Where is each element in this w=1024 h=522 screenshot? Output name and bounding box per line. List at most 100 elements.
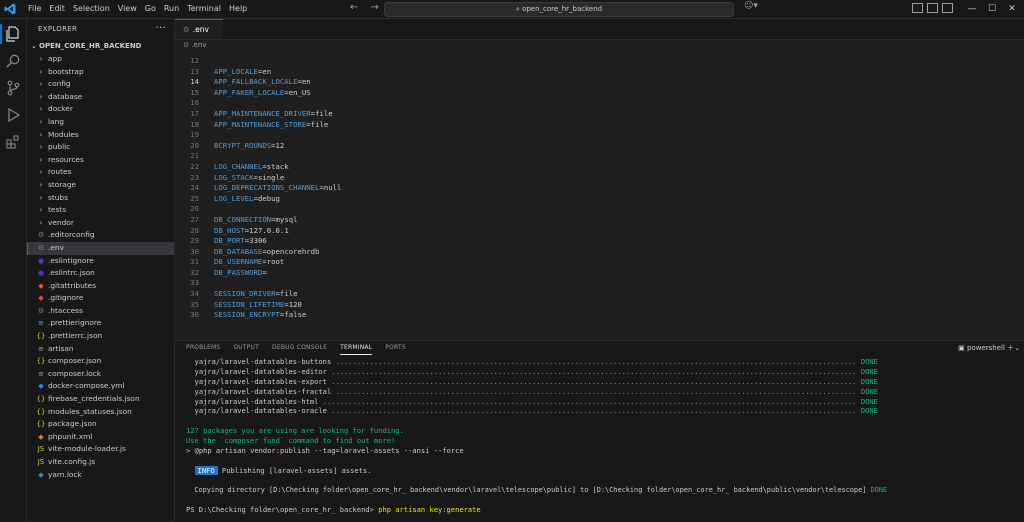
file-label: .prettierignore [48, 318, 102, 328]
source-control-icon[interactable] [5, 80, 21, 96]
tab-problems[interactable]: PROBLEMS [186, 341, 220, 355]
file-item[interactable]: ⚙ .env [27, 241, 174, 255]
folder-label: tests [48, 205, 67, 215]
search-icon[interactable] [5, 53, 21, 69]
file-item[interactable]: {} package.json [27, 418, 174, 431]
code-text: SESSION_LIFETIME=120 [214, 300, 302, 311]
folder-item[interactable]: › routes [27, 166, 174, 179]
file-label: .htaccess [48, 305, 83, 315]
folder-item[interactable]: › lang [27, 116, 174, 129]
file-item[interactable]: ◆ .gitignore [27, 292, 174, 305]
env-value: en [301, 77, 311, 87]
folder-label: routes [48, 167, 72, 177]
env-key: DB_PASSWORD [214, 267, 263, 277]
menu-selection[interactable]: Selection [69, 0, 114, 18]
folder-item[interactable]: › public [27, 141, 174, 154]
equals-sign: = [262, 267, 267, 277]
close-icon[interactable]: ✕ [1002, 0, 1022, 18]
menu-terminal[interactable]: Terminal [183, 0, 225, 18]
chevron-right-icon: › [39, 117, 43, 126]
toggle-panel-icon[interactable] [927, 3, 938, 13]
file-item[interactable]: ● .eslintignore [27, 255, 174, 268]
env-key: SESSION_DRIVER [214, 289, 276, 299]
env-value: en_US [288, 87, 311, 97]
tab-output[interactable]: OUTPUT [233, 341, 259, 355]
copy-text: Copying directory [D:\Checking folder\op… [194, 485, 867, 494]
menu-help[interactable]: Help [225, 0, 251, 18]
file-item[interactable]: {} firebase_credentials.json [27, 393, 174, 406]
command-center-search[interactable]: ⌕ open_core_hr_backend [384, 2, 734, 17]
done-label: DONE [860, 366, 878, 376]
folder-item[interactable]: › tests [27, 204, 174, 217]
folder-item[interactable]: › config [27, 78, 174, 91]
file-item[interactable]: ◆ .gitattributes [27, 280, 174, 293]
folder-item[interactable]: › Modules [27, 129, 174, 142]
folder-item[interactable]: › docker [27, 103, 174, 116]
code-editor[interactable]: 12 13 APP_LOCALE=en 14 APP_FALLBACK_LOCALE=e… [175, 51, 1024, 355]
file-item[interactable]: JS vite.config.js [27, 456, 174, 469]
file-item[interactable]: {} modules_statuses.json [27, 406, 174, 419]
line-number: 22 [190, 161, 199, 171]
line-number: 32 [190, 267, 199, 277]
add-terminal-icon[interactable]: ＋⌄ [1007, 344, 1020, 352]
env-key: APP_FALLBACK_LOCALE [214, 77, 298, 87]
file-item[interactable]: {} .prettierrc.json [27, 330, 174, 343]
file-item[interactable]: ≡ artisan [27, 343, 174, 356]
file-item[interactable]: ◆ phpunit.xml [27, 431, 174, 444]
file-item[interactable]: ⚙ .htaccess [27, 305, 174, 318]
tab-env[interactable]: ⚙ .env [175, 19, 223, 39]
line-number: 18 [190, 119, 199, 129]
folder-item[interactable]: › resources [27, 154, 174, 167]
env-key: LOG_DEPRECATIONS_CHANNEL [214, 183, 320, 193]
code-line: 23 LOG_STACK=single [175, 173, 1024, 184]
folder-item[interactable]: › stubs [27, 192, 174, 205]
done-label: DONE [860, 376, 878, 386]
more-actions-icon[interactable]: ··· [156, 19, 166, 38]
toggle-secondary-sidebar-icon[interactable] [942, 3, 953, 13]
file-item[interactable]: ● .eslintrc.json [27, 267, 174, 280]
line-number: 25 [190, 193, 199, 203]
folder-item[interactable]: › bootstrap [27, 66, 174, 79]
chevron-right-icon: › [39, 193, 43, 202]
run-debug-icon[interactable] [5, 107, 21, 123]
folder-item[interactable]: › database [27, 91, 174, 104]
maximize-icon[interactable]: ☐ [982, 0, 1002, 18]
workspace-root[interactable]: ⌄ OPEN_CORE_HR_BACKEND [27, 40, 174, 53]
folder-item[interactable]: › vendor [27, 217, 174, 230]
forward-arrow-icon[interactable]: → [370, 2, 378, 13]
terminal-shell-label[interactable]: powershell [967, 344, 1005, 352]
file-item[interactable]: JS vite-module-loader.js [27, 443, 174, 456]
terminal-output[interactable]: yajra/laravel-datatables-buttons .......… [186, 357, 1016, 515]
file-item[interactable]: {} composer.json [27, 355, 174, 368]
file-item[interactable]: ≡ composer.lock [27, 368, 174, 381]
menu-file[interactable]: File [24, 0, 45, 18]
extensions-icon[interactable] [5, 134, 21, 150]
back-arrow-icon[interactable]: ← [350, 2, 358, 13]
toggle-primary-sidebar-icon[interactable] [912, 3, 923, 13]
code-line: 13 APP_LOCALE=en [175, 67, 1024, 78]
tab-terminal[interactable]: TERMINAL [340, 341, 373, 355]
env-key: LOG_CHANNEL [214, 161, 263, 171]
code-text: DB_HOST=127.0.0.1 [214, 226, 289, 237]
menu-view[interactable]: View [114, 0, 141, 18]
menu-run[interactable]: Run [160, 0, 183, 18]
menu-go[interactable]: Go [141, 0, 160, 18]
menu-edit[interactable]: Edit [45, 0, 69, 18]
file-item[interactable]: ◆ yarn.lock [27, 469, 174, 482]
code-line: 24 LOG_DEPRECATIONS_CHANNEL=null [175, 183, 1024, 194]
folder-item[interactable]: › storage [27, 179, 174, 192]
folder-item[interactable]: › app [27, 53, 174, 66]
package-name: yajra/laravel-datatables-fractal [194, 386, 332, 396]
env-value: 120 [288, 299, 302, 309]
file-item[interactable]: ≡ .prettierignore [27, 317, 174, 330]
tab-ports[interactable]: PORTS [385, 341, 406, 355]
minimize-icon[interactable]: — [962, 0, 982, 18]
breadcrumb[interactable]: ⚙ .env [183, 40, 206, 50]
file-item[interactable]: ⚙ .editorconfig [27, 229, 174, 242]
file-item[interactable]: ◆ docker-compose.yml [27, 380, 174, 393]
tab-debug-console[interactable]: DEBUG CONSOLE [272, 341, 327, 355]
explorer-icon[interactable] [0, 24, 21, 44]
dot-leader: ........................................… [326, 366, 861, 376]
chevron-right-icon: › [39, 168, 43, 177]
copilot-icon[interactable]: ☺▾ [744, 1, 758, 11]
